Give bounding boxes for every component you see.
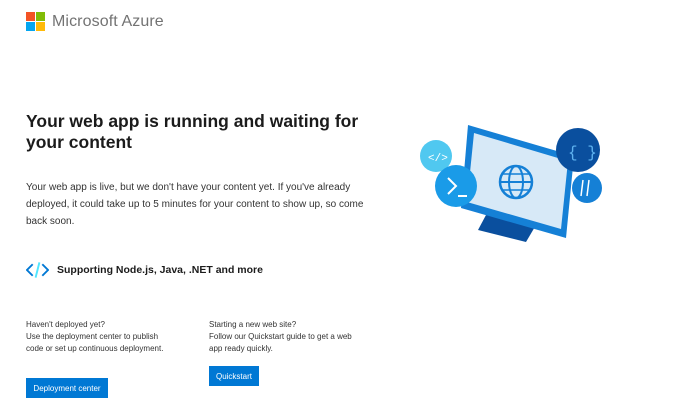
microsoft-logo-icon xyxy=(26,12,45,31)
deploy-section: Haven't deployed yet? Use the deployment… xyxy=(26,319,176,355)
supporting-languages: Supporting Node.js, Java, .NET and more xyxy=(26,261,263,279)
quickstart-section: Starting a new web site? Follow our Quic… xyxy=(209,319,359,355)
supporting-text: Supporting Node.js, Java, .NET and more xyxy=(57,264,263,276)
svg-text:</>: </> xyxy=(428,153,448,165)
code-brackets-icon xyxy=(26,262,49,278)
page-description: Your web app is live, but we don't have … xyxy=(26,182,364,227)
svg-text:{ }: { } xyxy=(568,144,597,162)
quickstart-button[interactable]: Quickstart xyxy=(209,366,259,386)
microsoft-azure-logo: Microsoft Azure xyxy=(26,12,164,31)
deploy-question: Haven't deployed yet? xyxy=(26,320,105,329)
globe-monitor-illustration: </> { } xyxy=(420,125,602,242)
quickstart-question: Starting a new web site? xyxy=(209,320,297,329)
deployment-center-button[interactable]: Deployment center xyxy=(26,378,108,398)
page-title: Your web app is running and waiting for … xyxy=(26,111,359,152)
quickstart-instructions: Follow our Quickstart guide to get a web… xyxy=(209,332,352,353)
brand-name: Microsoft Azure xyxy=(52,12,164,30)
deploy-instructions: Use the deployment center to publish cod… xyxy=(26,332,164,353)
